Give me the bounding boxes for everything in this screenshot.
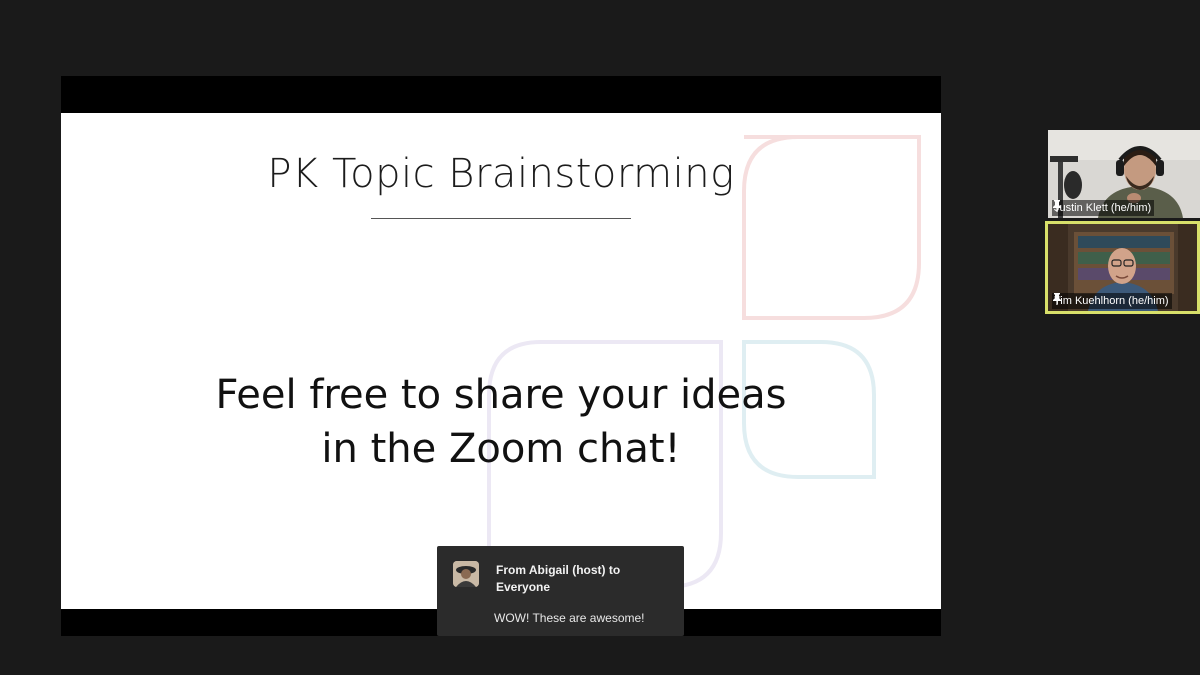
slide-title: PK Topic Brainstorming — [267, 151, 735, 197]
pin-icon — [1053, 293, 1061, 305]
presentation-slide: PK Topic Brainstorming Feel free to shar… — [61, 113, 941, 609]
title-underline — [371, 218, 631, 219]
participant-name-tag: Tim Kuehlhorn (he/him) — [1052, 293, 1172, 309]
participant-video-tim[interactable]: Tim Kuehlhorn (he/him) — [1045, 221, 1200, 314]
participant-name: Tim Kuehlhorn (he/him) — [1054, 295, 1169, 307]
chat-sender-line: From Abigail (host) to Everyone — [496, 563, 621, 594]
slide-body-text: Feel free to share your ideas in the Zoo… — [61, 368, 941, 476]
chat-notification[interactable]: From Abigail (host) to Everyone WOW! The… — [437, 546, 684, 636]
slide-body-line-2: in the Zoom chat! — [321, 426, 681, 472]
participant-name-tag: Justin Klett (he/him) — [1052, 200, 1155, 216]
participant-name: Justin Klett (he/him) — [1054, 202, 1152, 214]
sender-avatar — [453, 561, 479, 587]
slide-body-line-1: Feel free to share your ideas — [215, 372, 787, 418]
zoom-meeting-window: PK Topic Brainstorming Feel free to shar… — [0, 0, 1200, 675]
participant-video-justin[interactable]: Justin Klett (he/him) — [1048, 130, 1200, 218]
pin-icon — [1053, 200, 1061, 212]
chat-message-text: WOW! These are awesome! — [494, 611, 645, 625]
